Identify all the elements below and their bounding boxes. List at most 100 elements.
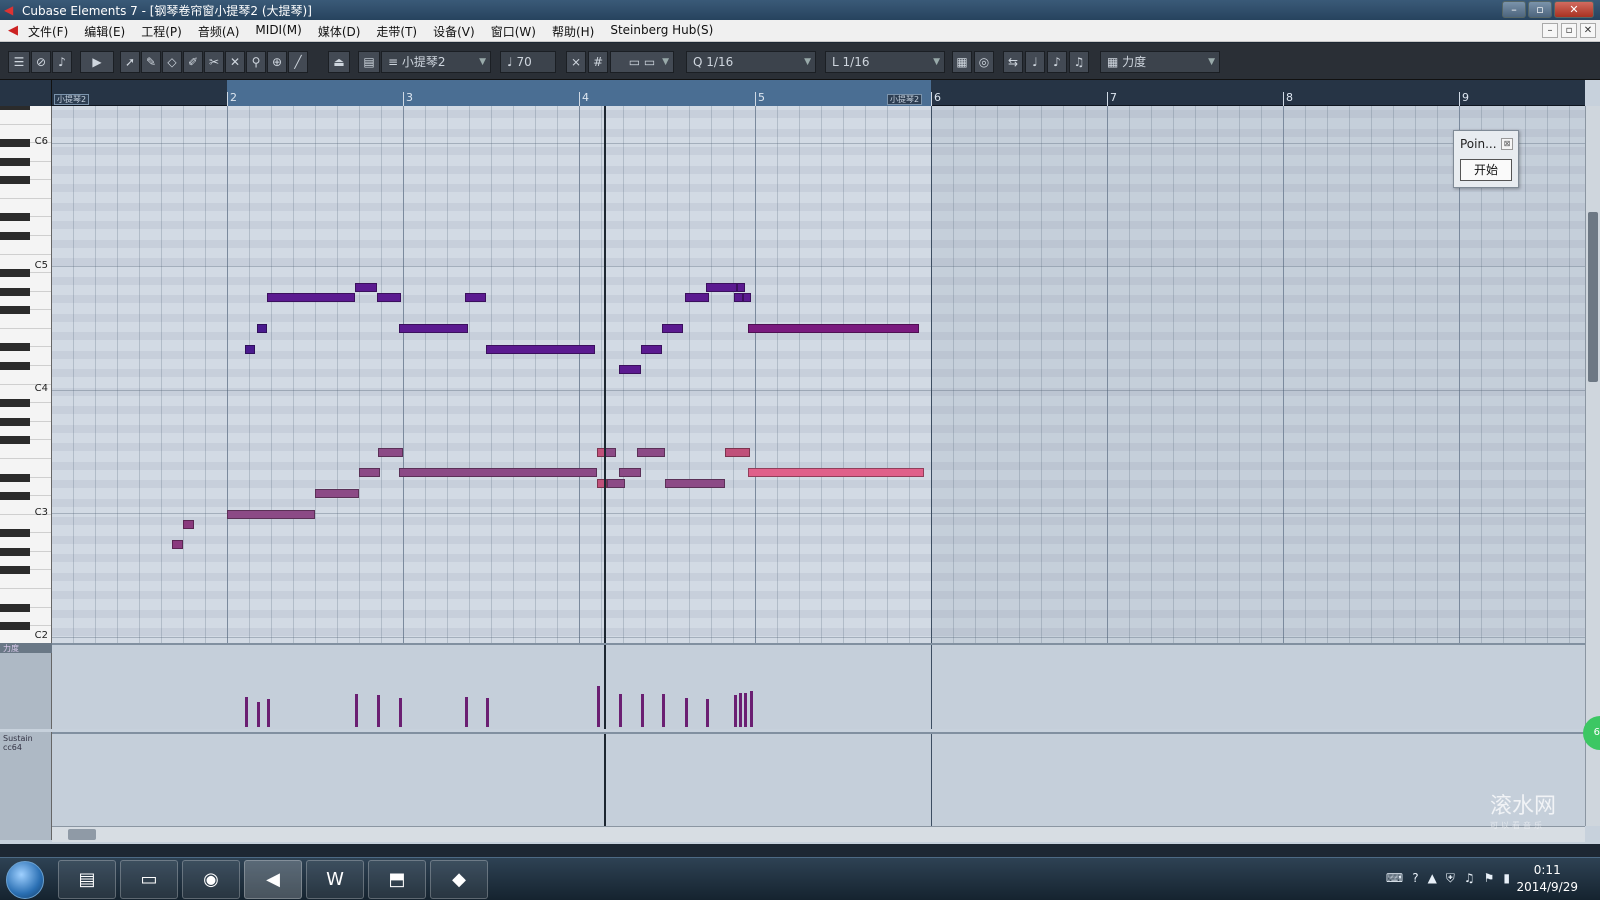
quantize-select[interactable]: Q 1/16 ▼: [686, 51, 816, 73]
line-tool-icon[interactable]: ╱: [288, 51, 308, 73]
velocity-lane[interactable]: [52, 643, 1585, 729]
midi-note[interactable]: [464, 293, 486, 303]
bar-ruler[interactable]: 2 3 4 5 6 7 8 9 小提琴2 小提琴2: [52, 80, 1585, 106]
split-tool-icon[interactable]: ✂: [204, 51, 224, 73]
midi-note[interactable]: [376, 293, 402, 303]
track-name-select[interactable]: ≡ 小提琴2 ▼: [381, 51, 491, 73]
info-line-icon[interactable]: ☰: [8, 51, 30, 73]
midi-note[interactable]: [684, 293, 710, 303]
step-input-icon[interactable]: ⇆: [1003, 51, 1023, 73]
length-select[interactable]: L 1/16 ▼: [825, 51, 945, 73]
midi-note[interactable]: [747, 468, 924, 478]
help-icon[interactable]: ?: [1412, 871, 1418, 886]
start-button[interactable]: [6, 861, 44, 899]
midi-note[interactable]: [485, 344, 595, 354]
browser-app-icon[interactable]: ◉: [182, 860, 240, 899]
midi-note[interactable]: [607, 478, 625, 488]
piano-keyboard[interactable]: C6 C5 C4 C3 C2: [0, 106, 52, 654]
black-key[interactable]: [0, 436, 30, 445]
grid-icon[interactable]: #: [588, 51, 608, 73]
midi-note[interactable]: [172, 540, 183, 550]
solo-icon[interactable]: ⊘: [31, 51, 51, 73]
minimize-button[interactable]: –: [1502, 1, 1526, 18]
cubase-app-icon[interactable]: ◀: [244, 860, 302, 899]
part-list-icon[interactable]: ▤: [358, 51, 380, 73]
midi-note[interactable]: [705, 283, 738, 293]
velocity-bar[interactable]: [640, 693, 644, 727]
menu-item-0[interactable]: 文件(F): [28, 23, 68, 40]
midi-note[interactable]: [747, 324, 919, 334]
cc-lane-label[interactable]: Sustain cc64: [0, 732, 52, 840]
menu-item-8[interactable]: 窗口(W): [491, 23, 536, 40]
midi-note[interactable]: [665, 478, 726, 488]
black-key[interactable]: [0, 343, 30, 352]
velocity-bar[interactable]: [705, 699, 709, 727]
playhead-cursor[interactable]: [603, 106, 606, 654]
midi-note[interactable]: [737, 283, 746, 293]
erase-tool-icon[interactable]: ◇: [162, 51, 182, 73]
midi-note[interactable]: [619, 365, 641, 375]
glue-tool-icon[interactable]: ✕: [225, 51, 245, 73]
velocity-bar[interactable]: [376, 695, 380, 727]
menu-item-9[interactable]: 帮助(H): [552, 23, 594, 40]
midi-note[interactable]: [183, 519, 194, 529]
black-key[interactable]: [0, 417, 30, 426]
zoom-tool-icon[interactable]: ⊕: [267, 51, 287, 73]
pitch-input-icon[interactable]: ♪: [1047, 51, 1067, 73]
midi-note[interactable]: [605, 447, 616, 457]
black-key[interactable]: [0, 306, 30, 315]
menu-item-6[interactable]: 走带(T): [376, 23, 417, 40]
taskbar-clock[interactable]: 0:11 2014/9/29: [1516, 862, 1578, 896]
scroll-thumb[interactable]: [68, 829, 96, 840]
feedback-icon[interactable]: ♪: [52, 51, 72, 73]
velocity-bar[interactable]: [399, 697, 403, 727]
black-key[interactable]: [0, 399, 30, 408]
security-icon[interactable]: ⛨: [1446, 871, 1455, 886]
black-key[interactable]: [0, 106, 30, 110]
black-key[interactable]: [0, 622, 30, 631]
velocity-bar[interactable]: [661, 693, 665, 727]
midi-note[interactable]: [399, 468, 597, 478]
velocity-bar[interactable]: [733, 695, 737, 727]
flag-icon[interactable]: ⚑: [1484, 871, 1495, 886]
menu-item-2[interactable]: 工程(P): [141, 23, 182, 40]
horizontal-scrollbar[interactable]: [52, 826, 1585, 842]
black-key[interactable]: [0, 473, 30, 482]
velocity-input-icon[interactable]: ♫: [1069, 51, 1089, 73]
velocity-bar[interactable]: [739, 692, 743, 727]
maximize-button[interactable]: ▫: [1528, 1, 1552, 18]
midi-note[interactable]: [256, 324, 268, 334]
midi-note[interactable]: [725, 447, 750, 457]
midi-note[interactable]: [378, 447, 403, 457]
mute-tool-icon[interactable]: ⚲: [246, 51, 266, 73]
midi-note[interactable]: [742, 293, 752, 303]
velocity-bar[interactable]: [684, 697, 688, 727]
tool-app-icon[interactable]: ⬒: [368, 860, 426, 899]
show-hidden-icon[interactable]: ▲: [1428, 871, 1437, 886]
midi-note[interactable]: [733, 293, 743, 303]
tool2-app-icon[interactable]: ◆: [430, 860, 488, 899]
start-button[interactable]: 开始: [1460, 159, 1512, 181]
black-key[interactable]: [0, 529, 30, 538]
mdi-close-button[interactable]: ✕: [1580, 23, 1596, 38]
midi-note[interactable]: [227, 509, 315, 519]
snap-icon[interactable]: ⨯: [566, 51, 586, 73]
note-input-icon[interactable]: ♩: [1025, 51, 1045, 73]
playhead-cursor[interactable]: [603, 734, 606, 826]
menu-item-7[interactable]: 设备(V): [433, 23, 475, 40]
midi-note[interactable]: [399, 324, 469, 334]
mdi-minimize-button[interactable]: –: [1542, 23, 1558, 38]
black-key[interactable]: [0, 213, 30, 222]
midi-note[interactable]: [267, 293, 356, 303]
black-key[interactable]: [0, 603, 30, 612]
black-key[interactable]: [0, 157, 30, 166]
network-icon[interactable]: ▮: [1503, 871, 1510, 886]
velocity-bar[interactable]: [485, 697, 489, 727]
color-scheme-icon[interactable]: ▦: [952, 51, 972, 73]
controller-lane-select[interactable]: ▦ 力度 ▼: [1100, 51, 1220, 73]
playhead-cursor[interactable]: [603, 645, 606, 729]
word-app-icon[interactable]: W: [306, 860, 364, 899]
black-key[interactable]: [0, 566, 30, 575]
midi-note[interactable]: [661, 324, 683, 334]
chord-icon[interactable]: ◎: [974, 51, 994, 73]
